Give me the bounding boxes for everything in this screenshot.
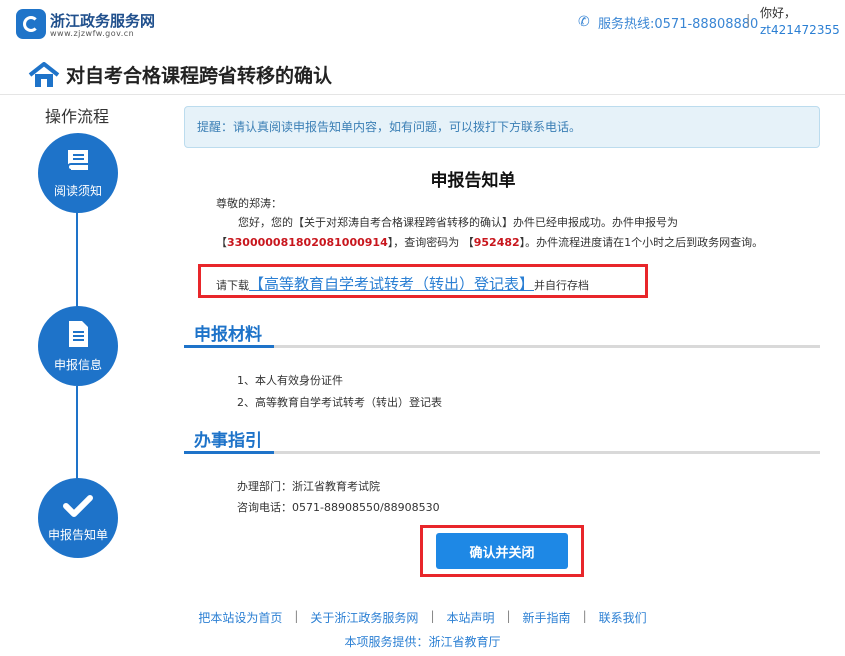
- highlight-box-confirm: [420, 525, 584, 577]
- footer-link-guide[interactable]: 新手指南: [523, 609, 571, 626]
- material-item: 1、本人有效身份证件: [237, 374, 343, 387]
- book-icon: [64, 148, 92, 178]
- highlight-box-download: [198, 264, 648, 298]
- title-divider: [0, 94, 845, 95]
- footer-separator: |: [294, 609, 299, 623]
- step-declare-notice[interactable]: 申报告知单: [38, 478, 118, 558]
- footer-link-about[interactable]: 关于浙江政务服务网: [310, 609, 418, 626]
- footer-separator: |: [430, 609, 435, 623]
- reminder-notice: 提醒：请认真阅读申报告知单内容，如有问题，可以拨打下方联系电话。: [184, 106, 820, 148]
- consult-phone: 咨询电话：0571-88908550/88908530: [237, 501, 440, 514]
- footer-separator: |: [506, 609, 511, 623]
- footer-link-set-home[interactable]: 把本站设为首页: [198, 609, 282, 626]
- footer-link-contact[interactable]: 联系我们: [599, 609, 647, 626]
- site-url: www.zjzwfw.gov.cn: [50, 29, 135, 38]
- footer-links: 把本站设为首页 | 关于浙江政务服务网 | 本站声明 | 新手指南 | 联系我们: [0, 609, 845, 626]
- step-label: 阅读须知: [53, 183, 102, 198]
- notice-body: 您好，您的【关于对郑涛自考合格课程跨省转移的确认】办件已经申报成功。办件申报号为…: [216, 213, 776, 253]
- materials-heading: 申报材料: [194, 325, 262, 345]
- step-connector: [76, 212, 78, 308]
- guide-heading: 办事指引: [194, 431, 262, 451]
- section-divider: [184, 345, 820, 348]
- material-item: 2、高等教育自学考试转考（转出）登记表: [237, 396, 442, 409]
- greeting: 你好，: [760, 6, 797, 20]
- header-separator: |: [746, 13, 751, 28]
- salutation: 尊敬的郑涛：: [216, 197, 282, 210]
- steps-title: 操作流程: [45, 107, 110, 126]
- username-link[interactable]: zt421472355: [760, 23, 840, 37]
- step-label: 申报告知单: [47, 527, 108, 542]
- footer-provider: 本项服务提供：浙江省教育厅: [344, 635, 501, 649]
- query-password: 952482: [473, 236, 520, 249]
- site-name[interactable]: 浙江政务服务网: [50, 10, 155, 31]
- body-text: 】，查询密码为 【: [387, 236, 474, 249]
- case-number: 330000081802081000914: [227, 236, 388, 249]
- footer-separator: |: [582, 609, 587, 623]
- step-read-notice[interactable]: 阅读须知: [38, 133, 118, 213]
- service-hotline: 服务热线:0571-88808880: [598, 17, 759, 32]
- document-icon: [66, 320, 90, 352]
- phone-icon: ✆: [578, 14, 590, 30]
- home-icon[interactable]: [28, 62, 60, 92]
- step-label: 申报信息: [53, 357, 102, 372]
- site-logo-icon[interactable]: [16, 9, 46, 39]
- step-connector: [76, 386, 78, 480]
- section-divider: [184, 451, 820, 454]
- page-title: 对自考合格课程跨省转移的确认: [66, 65, 333, 87]
- step-declare-info[interactable]: 申报信息: [38, 306, 118, 386]
- doc-title: 申报告知单: [430, 171, 516, 191]
- handling-dept: 办理部门：浙江省教育考试院: [237, 480, 380, 493]
- footer-link-statement[interactable]: 本站声明: [446, 609, 494, 626]
- check-icon: [63, 494, 93, 522]
- body-text: 】。办件流程进度请在1个小时之后到政务网查询。: [519, 236, 764, 249]
